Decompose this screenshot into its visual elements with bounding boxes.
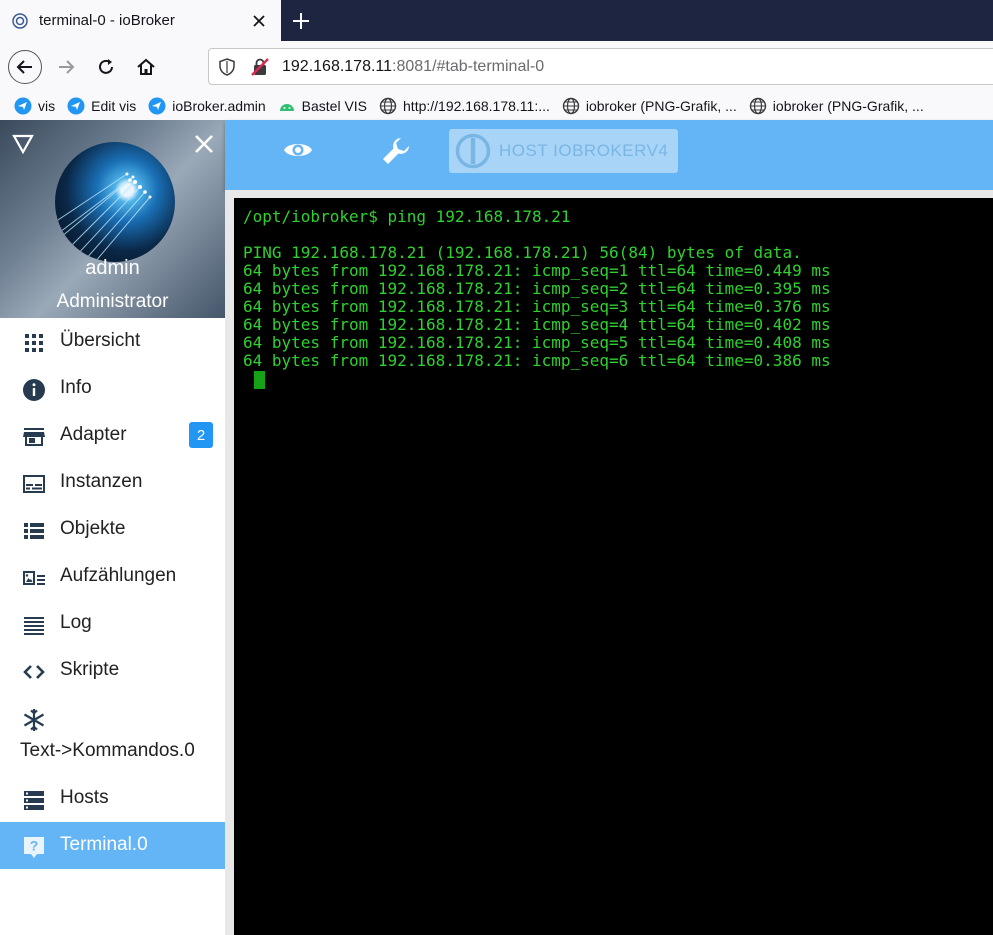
enum-icon: [23, 571, 45, 585]
sidebar-item-aufzaehlungen[interactable]: Aufzählungen: [0, 553, 225, 600]
avatar[interactable]: [55, 142, 175, 262]
sidebar-item-label: Log: [60, 612, 92, 633]
user-header: admin Administrator: [0, 120, 225, 318]
close-sidebar-icon[interactable]: [193, 133, 215, 155]
sidebar-item-hosts[interactable]: Hosts: [0, 775, 225, 822]
info-icon: [23, 379, 45, 401]
app-toolbar: HOST IOBROKERV4: [225, 120, 993, 190]
snowflake-icon: [23, 709, 45, 731]
terminal-prompt: /opt/iobroker$ ping 192.168.178.21: [243, 207, 571, 226]
iobroker-logo-icon: [455, 133, 491, 169]
browser-tab[interactable]: terminal-0 - ioBroker: [0, 0, 281, 41]
forward-arrow-icon[interactable]: [50, 51, 82, 83]
instances-icon: [23, 475, 45, 493]
bookmark-label: iobroker (PNG-Grafik, ...: [772, 98, 924, 114]
back-arrow-icon[interactable]: [8, 50, 42, 84]
vis-icon: [14, 97, 32, 115]
sidebar-item-uebersicht[interactable]: Übersicht: [0, 318, 225, 365]
bookmark-label: http://192.168.178.11:...: [403, 98, 550, 114]
terminal-line: PING 192.168.178.21 (192.168.178.21) 56(…: [243, 243, 802, 262]
sidebar-item-label: Instanzen: [60, 471, 143, 492]
sidebar-item-objekte[interactable]: Objekte: [0, 506, 225, 553]
sidebar-item-label: Hosts: [60, 787, 109, 808]
globe-icon: [562, 97, 580, 115]
terminal-cursor: [254, 371, 265, 389]
sidebar-item-label: Terminal.0: [60, 834, 148, 855]
shield-icon[interactable]: [218, 57, 236, 76]
user-name: admin: [85, 257, 140, 279]
host-selector-button[interactable]: HOST IOBROKERV4: [449, 129, 678, 173]
sidebar-item-label: Übersicht: [60, 330, 141, 351]
terminal-line: 64 bytes from 192.168.178.21: icmp_seq=1…: [243, 261, 831, 280]
adapter-update-badge: 2: [189, 422, 213, 448]
terminal-line: 64 bytes from 192.168.178.21: icmp_seq=6…: [243, 351, 831, 370]
bookmark-iobroker-png-1[interactable]: iobroker (PNG-Grafik, ...: [562, 97, 737, 115]
bookmark-label: vis: [38, 98, 56, 114]
terminal-line: 64 bytes from 192.168.178.21: icmp_seq=5…: [243, 333, 831, 352]
url-host: 192.168.178.11: [282, 57, 393, 75]
insecure-lock-icon[interactable]: [250, 57, 270, 77]
terminal-line: 64 bytes from 192.168.178.21: icmp_seq=4…: [243, 315, 831, 334]
bookmark-iobroker-admin[interactable]: ioBroker.admin: [148, 97, 266, 115]
globe-icon: [379, 97, 397, 115]
user-role: Administrator: [56, 291, 169, 312]
sidebar-menu: Übersicht Info Adapter 2 Instanzen Objek…: [0, 318, 225, 869]
menu-toggle-icon[interactable]: [12, 134, 34, 154]
terminal-line: 64 bytes from 192.168.178.21: icmp_seq=2…: [243, 279, 831, 298]
bookmark-label: Bastel VIS: [301, 98, 368, 114]
sidebar: admin Administrator Übersicht Info Adapt…: [0, 120, 225, 935]
wrench-icon[interactable]: [381, 136, 411, 166]
reload-icon[interactable]: [90, 51, 122, 83]
tab-title: terminal-0 - ioBroker: [39, 12, 175, 29]
vis-icon: [148, 97, 166, 115]
bookmarks-toolbar: vis Edit vis ioBroker.admin Bastel VIS h…: [0, 92, 993, 120]
fiber-optic-image-icon: [55, 172, 152, 262]
sidebar-item-label: Adapter: [60, 424, 127, 445]
terminal-line: 64 bytes from 192.168.178.21: icmp_seq=3…: [243, 297, 831, 316]
globe-icon: [749, 97, 766, 115]
home-icon[interactable]: [130, 51, 162, 83]
host-label: HOST IOBROKERV4: [499, 141, 669, 160]
url-path: :8081/#tab-terminal-0: [392, 57, 545, 75]
bookmark-iobroker-png-2[interactable]: iobroker (PNG-Grafik, ...: [749, 97, 924, 115]
sidebar-item-text-kommandos[interactable]: Text->Kommandos.0: [0, 694, 225, 775]
sidebar-item-label: Aufzählungen: [60, 565, 177, 586]
bookmark-vis[interactable]: vis: [14, 97, 55, 115]
iobroker-favicon-icon: [12, 12, 28, 29]
terminal-window[interactable]: /opt/iobroker$ ping 192.168.178.21 PING …: [234, 198, 993, 935]
bookmark-label: ioBroker.admin: [172, 98, 266, 114]
store-icon: [23, 428, 45, 446]
vis-icon: [67, 97, 85, 115]
browser-navbar: 192.168.178.11:8081/#tab-terminal-0: [0, 41, 993, 92]
bookmark-http[interactable]: http://192.168.178.11:...: [379, 97, 550, 115]
url-text[interactable]: 192.168.178.11:8081/#tab-terminal-0: [282, 58, 544, 76]
android-icon: [279, 104, 294, 111]
sidebar-item-adapter[interactable]: Adapter 2: [0, 412, 225, 459]
bookmark-bastel-vis[interactable]: Bastel VIS: [278, 97, 367, 115]
sidebar-item-terminal[interactable]: ? Terminal.0: [0, 822, 225, 869]
help-box-icon: ?: [24, 837, 44, 858]
list-icon: [24, 523, 44, 539]
storage-icon: [24, 791, 44, 810]
browser-tabbar: terminal-0 - ioBroker: [0, 0, 993, 41]
sidebar-item-skripte[interactable]: Skripte: [0, 647, 225, 694]
sidebar-item-label: Objekte: [60, 518, 126, 539]
url-bar[interactable]: 192.168.178.11:8081/#tab-terminal-0: [208, 48, 993, 85]
svg-text:?: ?: [30, 838, 39, 854]
log-lines-icon: [24, 617, 44, 635]
new-tab-icon[interactable]: [288, 8, 314, 34]
sidebar-item-label: Skripte: [60, 659, 120, 680]
sidebar-item-label: Text->Kommandos.0: [20, 740, 195, 761]
sidebar-item-label: Info: [60, 377, 92, 398]
sidebar-item-log[interactable]: Log: [0, 600, 225, 647]
code-icon: [23, 665, 45, 679]
eye-icon[interactable]: [283, 138, 313, 162]
sidebar-item-instanzen[interactable]: Instanzen: [0, 459, 225, 506]
tab-close-icon[interactable]: [249, 11, 269, 31]
bookmark-label: iobroker (PNG-Grafik, ...: [585, 98, 737, 114]
bookmark-edit-vis[interactable]: Edit vis: [67, 97, 136, 115]
sidebar-item-info[interactable]: Info: [0, 365, 225, 412]
apps-grid-icon: [25, 334, 43, 352]
bookmark-label: Edit vis: [91, 98, 137, 114]
